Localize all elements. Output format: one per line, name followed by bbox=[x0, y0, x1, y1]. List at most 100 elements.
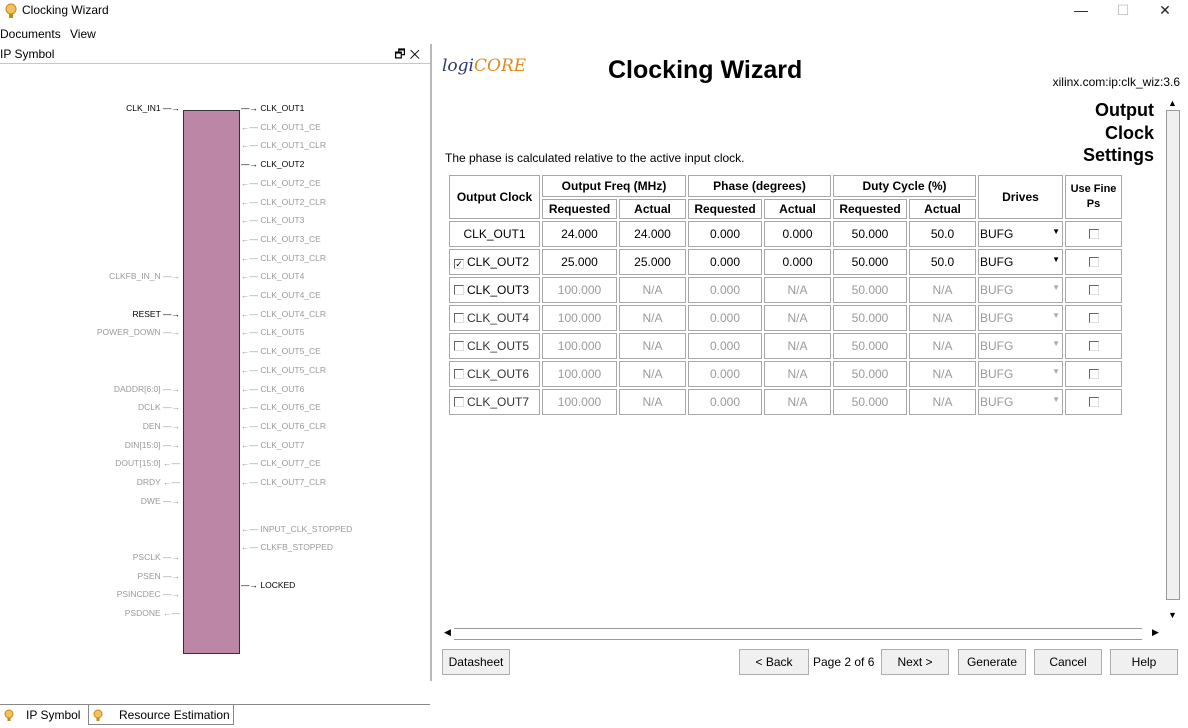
duty-requested-input[interactable]: 50.000 bbox=[833, 305, 907, 331]
drives-select[interactable]: BUFG ▼ bbox=[978, 305, 1063, 331]
menu-documents[interactable]: Documents bbox=[0, 27, 61, 41]
duty-requested-input[interactable]: 50.000 bbox=[833, 277, 907, 303]
scroll-left-icon[interactable]: ◀ bbox=[444, 627, 451, 638]
phase-requested-input[interactable]: 0.000 bbox=[688, 333, 762, 359]
freq-actual: N/A bbox=[619, 333, 686, 359]
tab-ip-symbol[interactable]: IP Symbol bbox=[0, 705, 86, 726]
enable-checkbox[interactable] bbox=[454, 341, 464, 351]
clock-name-cell[interactable]: CLK_OUT7 bbox=[449, 389, 540, 415]
clock-name-cell[interactable]: CLK_OUT5 bbox=[449, 333, 540, 359]
output-pin: —→ LOCKED bbox=[241, 579, 296, 590]
input-pin: POWER_DOWN —→ bbox=[96, 327, 180, 338]
scroll-right-icon[interactable]: ▶ bbox=[1152, 627, 1159, 638]
use-fine-ps-checkbox[interactable] bbox=[1088, 369, 1099, 379]
freq-requested-input[interactable]: 100.000 bbox=[542, 277, 617, 303]
back-button[interactable]: < Back bbox=[739, 649, 809, 675]
close-button[interactable]: ✕ bbox=[1144, 0, 1186, 22]
duty-requested-input[interactable]: 50.000 bbox=[833, 333, 907, 359]
scroll-track[interactable] bbox=[454, 628, 1142, 640]
clock-name-cell[interactable]: CLK_OUT6 bbox=[449, 361, 540, 387]
freq-requested-input[interactable]: 100.000 bbox=[542, 305, 617, 331]
use-fine-ps-checkbox[interactable] bbox=[1088, 397, 1099, 407]
drives-select[interactable]: BUFG ▼ bbox=[978, 249, 1063, 275]
phase-requested-input[interactable]: 0.000 bbox=[688, 249, 762, 275]
phase-requested-input[interactable]: 0.000 bbox=[688, 389, 762, 415]
help-button[interactable]: Help bbox=[1110, 649, 1178, 675]
freq-actual: 24.000 bbox=[619, 221, 686, 247]
enable-checkbox[interactable] bbox=[454, 397, 464, 407]
input-pin: DRDY ←— bbox=[136, 477, 180, 487]
drives-select[interactable]: BUFG ▼ bbox=[978, 333, 1063, 359]
output-pin: ←— INPUT_CLK_STOPPED bbox=[241, 523, 353, 534]
output-pin: ←— CLKFB_STOPPED bbox=[241, 542, 333, 553]
datasheet-button[interactable]: Datasheet bbox=[442, 649, 510, 675]
output-pin: ←— CLK_OUT4_CE bbox=[241, 290, 321, 300]
panel-header: IP Symbol 🗗✕ bbox=[0, 44, 430, 64]
scroll-down-icon[interactable]: ▼ bbox=[1168, 610, 1177, 620]
input-pin: PSINCDEC —→ bbox=[116, 589, 180, 600]
phase-requested-input[interactable]: 0.000 bbox=[688, 277, 762, 303]
freq-requested-input[interactable]: 100.000 bbox=[542, 389, 617, 415]
col-duty-actual: Actual bbox=[909, 199, 976, 219]
clock-name-cell[interactable]: CLK_OUT4 bbox=[449, 305, 540, 331]
col-freq-requested: Requested bbox=[542, 199, 617, 219]
use-fine-ps-checkbox[interactable] bbox=[1088, 257, 1099, 267]
menu-view[interactable]: View bbox=[70, 27, 96, 41]
enable-checkbox[interactable] bbox=[454, 369, 464, 379]
col-drives: Drives bbox=[978, 175, 1063, 219]
clock-name-cell[interactable]: CLK_OUT1 bbox=[449, 221, 540, 247]
use-fine-ps-checkbox[interactable] bbox=[1088, 341, 1099, 351]
generate-button[interactable]: Generate bbox=[958, 649, 1026, 675]
drives-select[interactable]: BUFG ▼ bbox=[978, 221, 1063, 247]
duty-requested-input[interactable]: 50.000 bbox=[833, 361, 907, 387]
panel-title: IP Symbol bbox=[0, 47, 55, 61]
maximize-button[interactable]: ☐ bbox=[1102, 0, 1144, 22]
next-button[interactable]: Next > bbox=[881, 649, 949, 675]
clock-row: CLK_OUT5 100.000 N/A 0.000 N/A 50.000 N/A BUFG ▼ bbox=[449, 333, 1122, 359]
clock-name-cell[interactable]: ✓ CLK_OUT2 bbox=[449, 249, 540, 275]
minimize-button[interactable]: — bbox=[1060, 0, 1102, 22]
duty-requested-input[interactable]: 50.000 bbox=[833, 221, 907, 247]
phase-requested-input[interactable]: 0.000 bbox=[688, 361, 762, 387]
freq-requested-input[interactable]: 25.000 bbox=[542, 249, 617, 275]
use-fine-ps-checkbox[interactable] bbox=[1088, 285, 1099, 295]
clock-row: CLK_OUT3 100.000 N/A 0.000 N/A 50.000 N/A BUFG ▼ bbox=[449, 277, 1122, 303]
clock-name-cell[interactable]: CLK_OUT3 bbox=[449, 277, 540, 303]
output-pin: ←— CLK_OUT3_CE bbox=[241, 233, 321, 244]
clock-name: CLK_OUT3 bbox=[467, 283, 530, 297]
phase-requested-input[interactable]: 0.000 bbox=[688, 305, 762, 331]
freq-requested-input[interactable]: 24.000 bbox=[542, 221, 617, 247]
col-duty-cycle: Duty Cycle (%) bbox=[833, 175, 976, 197]
cancel-button[interactable]: Cancel bbox=[1034, 649, 1102, 675]
scroll-thumb[interactable] bbox=[1166, 110, 1180, 600]
chevron-down-icon: ▼ bbox=[1052, 255, 1060, 264]
output-pin: ←— CLK_OUT5 bbox=[241, 327, 305, 338]
duty-requested-input[interactable]: 50.000 bbox=[833, 249, 907, 275]
scroll-up-icon[interactable]: ▲ bbox=[1168, 98, 1177, 108]
chevron-down-icon: ▼ bbox=[1052, 395, 1060, 404]
duty-actual: N/A bbox=[909, 277, 976, 303]
vertical-scrollbar[interactable]: ▲ ▼ bbox=[1165, 98, 1181, 624]
freq-requested-input[interactable]: 100.000 bbox=[542, 333, 617, 359]
output-pin: ←— CLK_OUT7 bbox=[241, 439, 305, 450]
drives-select[interactable]: BUFG ▼ bbox=[978, 389, 1063, 415]
enable-checkbox[interactable] bbox=[454, 285, 464, 295]
duty-requested-input[interactable]: 50.000 bbox=[833, 389, 907, 415]
duty-actual: 50.0 bbox=[909, 249, 976, 275]
phase-requested-input[interactable]: 0.000 bbox=[688, 221, 762, 247]
panel-tabs: IP Symbol Resource Estimation bbox=[0, 704, 430, 725]
freq-actual: 25.000 bbox=[619, 249, 686, 275]
panel-float-close-buttons[interactable]: 🗗✕ bbox=[394, 45, 424, 66]
freq-actual: N/A bbox=[619, 389, 686, 415]
use-fine-ps-checkbox[interactable] bbox=[1088, 313, 1099, 323]
drives-select[interactable]: BUFG ▼ bbox=[978, 277, 1063, 303]
use-fine-ps-checkbox[interactable] bbox=[1088, 229, 1099, 239]
freq-requested-input[interactable]: 100.000 bbox=[542, 361, 617, 387]
horizontal-scrollbar[interactable]: ◀ ▶ bbox=[444, 626, 1162, 642]
freq-actual: N/A bbox=[619, 305, 686, 331]
tab-resource-estimation[interactable]: Resource Estimation bbox=[88, 705, 234, 725]
clock-row: CLK_OUT1 24.000 24.000 0.000 0.000 50.000 50.0… bbox=[449, 221, 1122, 247]
drives-select[interactable]: BUFG ▼ bbox=[978, 361, 1063, 387]
enable-checkbox[interactable]: ✓ bbox=[454, 259, 464, 269]
enable-checkbox[interactable] bbox=[454, 313, 464, 323]
